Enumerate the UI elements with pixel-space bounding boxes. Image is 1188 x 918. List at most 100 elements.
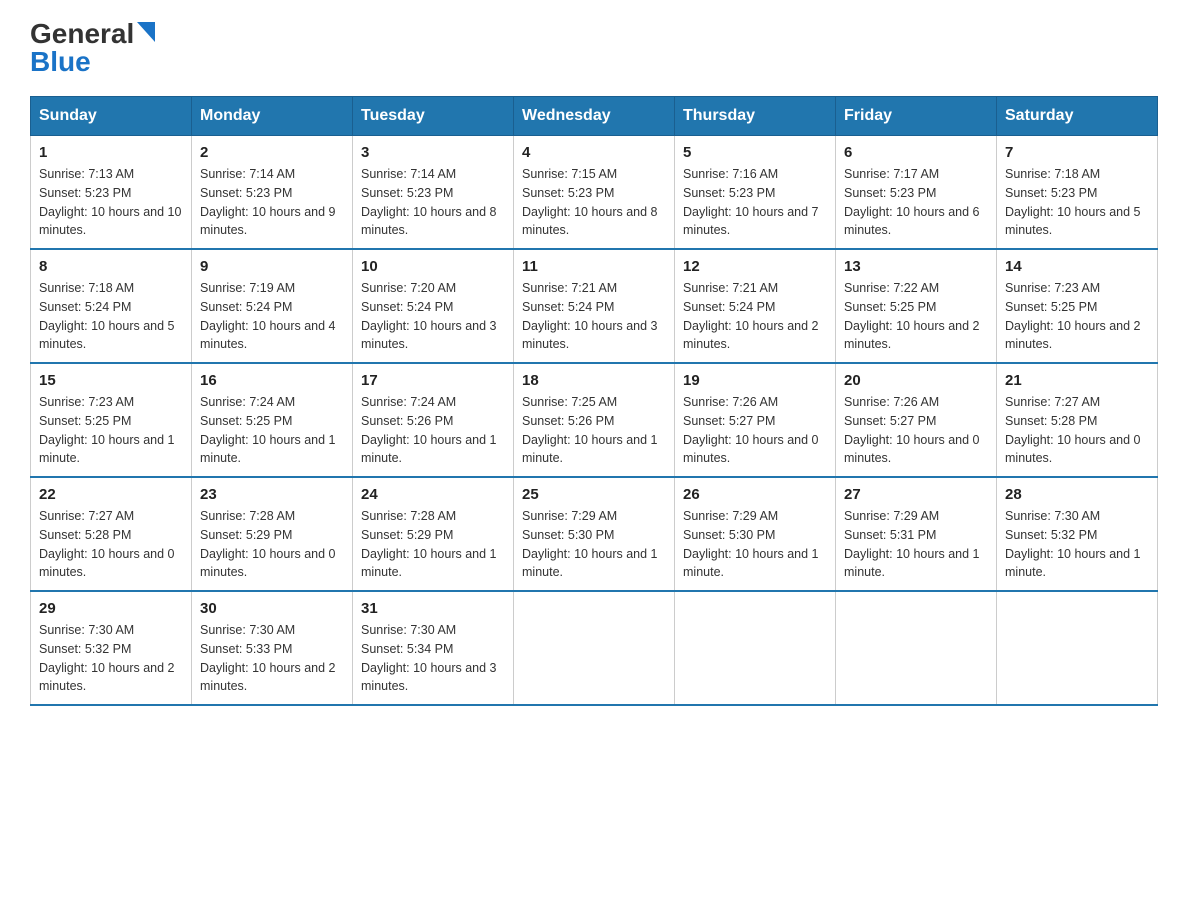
calendar-week-row: 8 Sunrise: 7:18 AMSunset: 5:24 PMDaylight… [31, 249, 1158, 363]
day-number: 18 [522, 372, 666, 389]
calendar-cell [836, 591, 997, 705]
day-info: Sunrise: 7:16 AMSunset: 5:23 PMDaylight:… [683, 165, 827, 240]
page-header: General Blue [30, 20, 1158, 76]
day-info: Sunrise: 7:27 AMSunset: 5:28 PMDaylight:… [39, 507, 183, 582]
day-info: Sunrise: 7:24 AMSunset: 5:26 PMDaylight:… [361, 393, 505, 468]
calendar-cell: 18 Sunrise: 7:25 AMSunset: 5:26 PMDayligh… [514, 363, 675, 477]
logo: General Blue [30, 20, 155, 76]
calendar-cell: 23 Sunrise: 7:28 AMSunset: 5:29 PMDayligh… [192, 477, 353, 591]
logo-blue-text: Blue [30, 48, 91, 76]
day-info: Sunrise: 7:22 AMSunset: 5:25 PMDaylight:… [844, 279, 988, 354]
calendar-week-row: 15Sunrise: 7:23 AMSunset: 5:25 PMDayligh… [31, 363, 1158, 477]
calendar-cell: 16 Sunrise: 7:24 AMSunset: 5:25 PMDayligh… [192, 363, 353, 477]
day-info: Sunrise: 7:21 AMSunset: 5:24 PMDaylight:… [683, 279, 827, 354]
day-number: 30 [200, 600, 344, 617]
calendar-cell: 1 Sunrise: 7:13 AMSunset: 5:23 PMDaylight… [31, 136, 192, 250]
calendar-cell: 6 Sunrise: 7:17 AMSunset: 5:23 PMDaylight… [836, 136, 997, 250]
day-info: Sunrise: 7:26 AMSunset: 5:27 PMDaylight:… [844, 393, 988, 468]
day-number: 14 [1005, 258, 1149, 275]
day-number: 29 [39, 600, 183, 617]
weekday-header-sunday: Sunday [31, 97, 192, 136]
day-number: 10 [361, 258, 505, 275]
day-info: Sunrise: 7:28 AMSunset: 5:29 PMDaylight:… [361, 507, 505, 582]
calendar-cell: 15Sunrise: 7:23 AMSunset: 5:25 PMDayligh… [31, 363, 192, 477]
weekday-header-row: SundayMondayTuesdayWednesdayThursdayFrid… [31, 97, 1158, 136]
calendar-cell [675, 591, 836, 705]
calendar-cell: 30Sunrise: 7:30 AMSunset: 5:33 PMDayligh… [192, 591, 353, 705]
day-number: 26 [683, 486, 827, 503]
day-number: 4 [522, 144, 666, 161]
calendar-cell: 17 Sunrise: 7:24 AMSunset: 5:26 PMDayligh… [353, 363, 514, 477]
calendar-cell: 27 Sunrise: 7:29 AMSunset: 5:31 PMDayligh… [836, 477, 997, 591]
calendar-cell: 5 Sunrise: 7:16 AMSunset: 5:23 PMDaylight… [675, 136, 836, 250]
day-info: Sunrise: 7:25 AMSunset: 5:26 PMDaylight:… [522, 393, 666, 468]
day-info: Sunrise: 7:18 AMSunset: 5:23 PMDaylight:… [1005, 165, 1149, 240]
day-number: 23 [200, 486, 344, 503]
day-number: 15 [39, 372, 183, 389]
day-info: Sunrise: 7:14 AMSunset: 5:23 PMDaylight:… [361, 165, 505, 240]
calendar-week-row: 1 Sunrise: 7:13 AMSunset: 5:23 PMDaylight… [31, 136, 1158, 250]
calendar-cell: 21Sunrise: 7:27 AMSunset: 5:28 PMDayligh… [997, 363, 1158, 477]
day-number: 8 [39, 258, 183, 275]
day-number: 28 [1005, 486, 1149, 503]
day-info: Sunrise: 7:29 AMSunset: 5:30 PMDaylight:… [683, 507, 827, 582]
day-info: Sunrise: 7:17 AMSunset: 5:23 PMDaylight:… [844, 165, 988, 240]
calendar-cell [997, 591, 1158, 705]
calendar-cell: 12 Sunrise: 7:21 AMSunset: 5:24 PMDayligh… [675, 249, 836, 363]
weekday-header-wednesday: Wednesday [514, 97, 675, 136]
calendar-cell: 24Sunrise: 7:28 AMSunset: 5:29 PMDayligh… [353, 477, 514, 591]
weekday-header-monday: Monday [192, 97, 353, 136]
day-info: Sunrise: 7:19 AMSunset: 5:24 PMDaylight:… [200, 279, 344, 354]
day-number: 20 [844, 372, 988, 389]
calendar-cell: 22 Sunrise: 7:27 AMSunset: 5:28 PMDayligh… [31, 477, 192, 591]
day-number: 12 [683, 258, 827, 275]
calendar-week-row: 22 Sunrise: 7:27 AMSunset: 5:28 PMDayligh… [31, 477, 1158, 591]
day-number: 11 [522, 258, 666, 275]
calendar-cell: 31 Sunrise: 7:30 AMSunset: 5:34 PMDayligh… [353, 591, 514, 705]
calendar-cell: 8 Sunrise: 7:18 AMSunset: 5:24 PMDaylight… [31, 249, 192, 363]
calendar-cell: 28 Sunrise: 7:30 AMSunset: 5:32 PMDayligh… [997, 477, 1158, 591]
calendar-table: SundayMondayTuesdayWednesdayThursdayFrid… [30, 96, 1158, 706]
day-info: Sunrise: 7:26 AMSunset: 5:27 PMDaylight:… [683, 393, 827, 468]
day-info: Sunrise: 7:18 AMSunset: 5:24 PMDaylight:… [39, 279, 183, 354]
calendar-cell: 4 Sunrise: 7:15 AMSunset: 5:23 PMDaylight… [514, 136, 675, 250]
calendar-cell: 29 Sunrise: 7:30 AMSunset: 5:32 PMDayligh… [31, 591, 192, 705]
day-number: 16 [200, 372, 344, 389]
calendar-cell: 2Sunrise: 7:14 AMSunset: 5:23 PMDaylight… [192, 136, 353, 250]
day-number: 3 [361, 144, 505, 161]
day-number: 9 [200, 258, 344, 275]
calendar-cell: 7Sunrise: 7:18 AMSunset: 5:23 PMDaylight… [997, 136, 1158, 250]
day-number: 6 [844, 144, 988, 161]
day-info: Sunrise: 7:15 AMSunset: 5:23 PMDaylight:… [522, 165, 666, 240]
calendar-cell: 10 Sunrise: 7:20 AMSunset: 5:24 PMDayligh… [353, 249, 514, 363]
day-info: Sunrise: 7:13 AMSunset: 5:23 PMDaylight:… [39, 165, 183, 240]
day-info: Sunrise: 7:20 AMSunset: 5:24 PMDaylight:… [361, 279, 505, 354]
day-number: 21 [1005, 372, 1149, 389]
day-number: 31 [361, 600, 505, 617]
calendar-cell: 20 Sunrise: 7:26 AMSunset: 5:27 PMDayligh… [836, 363, 997, 477]
weekday-header-friday: Friday [836, 97, 997, 136]
day-info: Sunrise: 7:23 AMSunset: 5:25 PMDaylight:… [1005, 279, 1149, 354]
day-number: 13 [844, 258, 988, 275]
day-number: 2 [200, 144, 344, 161]
day-number: 17 [361, 372, 505, 389]
day-info: Sunrise: 7:28 AMSunset: 5:29 PMDaylight:… [200, 507, 344, 582]
weekday-header-saturday: Saturday [997, 97, 1158, 136]
day-number: 19 [683, 372, 827, 389]
day-info: Sunrise: 7:30 AMSunset: 5:32 PMDaylight:… [1005, 507, 1149, 582]
day-info: Sunrise: 7:29 AMSunset: 5:31 PMDaylight:… [844, 507, 988, 582]
calendar-cell: 19 Sunrise: 7:26 AMSunset: 5:27 PMDayligh… [675, 363, 836, 477]
day-info: Sunrise: 7:30 AMSunset: 5:34 PMDaylight:… [361, 621, 505, 696]
calendar-cell: 11 Sunrise: 7:21 AMSunset: 5:24 PMDayligh… [514, 249, 675, 363]
day-number: 1 [39, 144, 183, 161]
calendar-cell: 14 Sunrise: 7:23 AMSunset: 5:25 PMDayligh… [997, 249, 1158, 363]
day-number: 5 [683, 144, 827, 161]
calendar-cell: 25Sunrise: 7:29 AMSunset: 5:30 PMDayligh… [514, 477, 675, 591]
weekday-header-thursday: Thursday [675, 97, 836, 136]
day-info: Sunrise: 7:30 AMSunset: 5:32 PMDaylight:… [39, 621, 183, 696]
day-number: 22 [39, 486, 183, 503]
day-info: Sunrise: 7:24 AMSunset: 5:25 PMDaylight:… [200, 393, 344, 468]
day-info: Sunrise: 7:21 AMSunset: 5:24 PMDaylight:… [522, 279, 666, 354]
calendar-cell [514, 591, 675, 705]
day-number: 27 [844, 486, 988, 503]
